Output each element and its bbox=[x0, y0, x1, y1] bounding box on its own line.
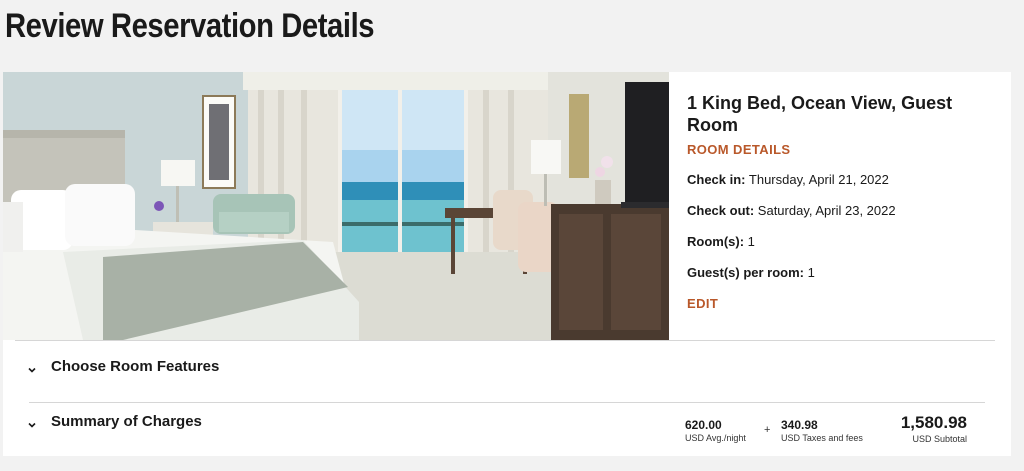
avg-night-value: 620.00 bbox=[685, 418, 722, 432]
subtotal-label: USD Subtotal bbox=[912, 434, 967, 444]
taxes-label: USD Taxes and fees bbox=[781, 433, 863, 443]
avg-night-label: USD Avg./night bbox=[685, 433, 746, 443]
check-in-label: Check in: bbox=[687, 172, 746, 187]
check-out-line: Check out: Saturday, April 23, 2022 bbox=[687, 203, 896, 218]
check-in-value: Thursday, April 21, 2022 bbox=[748, 172, 889, 187]
check-out-value: Saturday, April 23, 2022 bbox=[757, 203, 896, 218]
edit-link[interactable]: EDIT bbox=[687, 296, 718, 311]
divider bbox=[15, 340, 995, 341]
room-details-panel: 1 King Bed, Ocean View, Guest Room ROOM … bbox=[687, 92, 987, 311]
rooms-line: Room(s): 1 bbox=[687, 234, 755, 249]
room-name: 1 King Bed, Ocean View, Guest Room bbox=[687, 93, 953, 135]
plus-sign: + bbox=[764, 424, 771, 436]
rooms-label: Room(s): bbox=[687, 234, 745, 249]
choose-room-features-label: Choose Room Features bbox=[51, 358, 220, 375]
guests-line: Guest(s) per room: 1 bbox=[687, 265, 815, 280]
room-details-link[interactable]: ROOM DETAILS bbox=[687, 142, 791, 157]
avg-night-charge: 620.00 USD Avg./night bbox=[685, 418, 746, 444]
guests-label: Guest(s) per room: bbox=[687, 265, 805, 280]
summary-of-charges-toggle[interactable]: Summary of Charges bbox=[3, 413, 202, 430]
subtotal-charge: 1,580.98 USD Subtotal bbox=[883, 413, 967, 445]
chevron-down-icon bbox=[27, 417, 37, 428]
taxes-charge: 340.98 USD Taxes and fees bbox=[781, 418, 863, 444]
room-photo bbox=[3, 72, 669, 340]
summary-of-charges-label: Summary of Charges bbox=[51, 413, 202, 430]
chevron-down-icon bbox=[27, 362, 37, 373]
subtotal-value: 1,580.98 bbox=[900, 413, 967, 432]
check-in-line: Check in: Thursday, April 21, 2022 bbox=[687, 172, 889, 187]
choose-room-features-toggle[interactable]: Choose Room Features bbox=[3, 358, 219, 375]
rooms-value: 1 bbox=[747, 234, 755, 249]
check-out-label: Check out: bbox=[687, 203, 755, 218]
divider bbox=[29, 402, 985, 403]
page-title: Review Reservation Details bbox=[5, 7, 375, 45]
reservation-card: 1 King Bed, Ocean View, Guest Room ROOM … bbox=[3, 72, 1011, 456]
taxes-value: 340.98 bbox=[781, 418, 818, 432]
guests-value: 1 bbox=[807, 265, 815, 280]
